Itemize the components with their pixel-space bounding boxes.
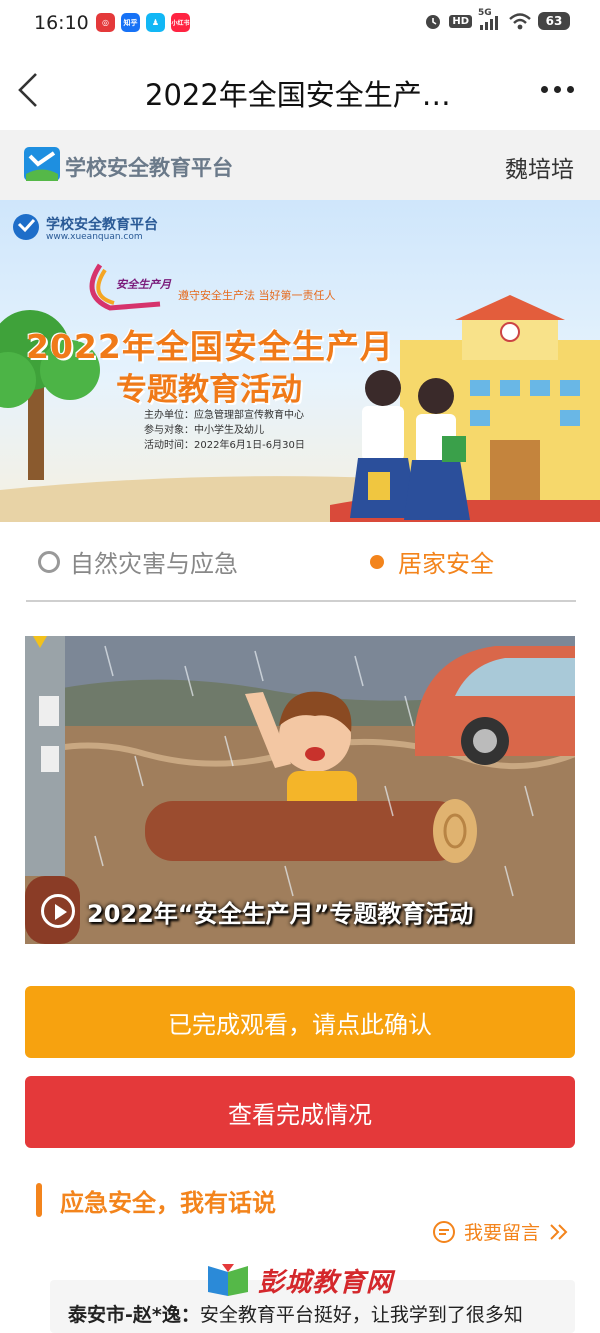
battery-indicator: 63 xyxy=(538,12,570,30)
play-icon[interactable] xyxy=(41,894,75,928)
banner-title-sub: 专题教育活动 xyxy=(116,372,302,408)
banner-info-dates: 活动时间：2022年6月1日-6月30日 xyxy=(144,440,305,451)
watermark-text: 彭城教育网 xyxy=(258,1268,394,1298)
banner-url: www.xueanquan.com xyxy=(46,232,143,242)
hd-icon: HD xyxy=(449,14,472,28)
book-logo-icon xyxy=(208,1263,248,1296)
comment-text: 泰安市-赵*逸：安全教育平台挺好，让我学到了很多知 xyxy=(68,1300,523,1327)
banner-title-main: 2022年全国安全生产月 xyxy=(26,327,394,366)
more-options-icon[interactable] xyxy=(541,86,574,93)
status-time: 16:10 xyxy=(34,12,89,34)
wifi-icon xyxy=(509,13,531,30)
leave-message-label: 我要留言 xyxy=(463,1222,540,1244)
banner-logo-text: 学校安全教育平台 xyxy=(46,217,158,233)
tab-label: 居家安全 xyxy=(398,550,494,578)
banner-info: 主办单位：应急管理部宣传教育中心 参与对象：中小学生及幼儿 活动时间：2022年… xyxy=(144,408,305,453)
leave-message-link[interactable]: 我要留言 xyxy=(432,1218,570,1245)
back-arrow-icon[interactable] xyxy=(14,70,44,110)
platform-logo-icon xyxy=(24,147,60,181)
section-title: 应急安全，我有话说 xyxy=(60,1188,276,1217)
qq-icon: ♟ xyxy=(146,13,165,32)
activity-banner: 学校安全教育平台 www.xueanquan.com 安全生产月 遵守安全生产法… xyxy=(0,200,600,522)
platform-header: 学校安全教育平台 魏培培 xyxy=(0,130,600,200)
comment-body: 安全教育平台挺好，让我学到了很多知 xyxy=(199,1304,523,1326)
xiaohongshu-icon: 小红书 xyxy=(171,13,190,32)
watermark: 彭城教育网 xyxy=(204,1262,393,1299)
tab-label: 自然灾害与应急 xyxy=(70,550,238,578)
netease-music-icon: ◎ xyxy=(96,13,115,32)
comment-icon xyxy=(432,1220,455,1243)
radio-unselected-icon xyxy=(38,550,60,573)
video-caption: 2022年“安全生产月”专题教育活动 xyxy=(87,900,474,928)
comment-author: 泰安市-赵*逸： xyxy=(68,1304,200,1326)
radio-selected-icon xyxy=(370,554,384,569)
status-bar: 16:10 ◎ 知乎 ♟ 小红书 HD 5G 63 xyxy=(0,0,600,48)
tab-home-safety[interactable]: 居家安全 xyxy=(366,544,494,579)
notification-icons: ◎ 知乎 ♟ 小红书 xyxy=(96,13,190,32)
page-title: 2022年全国安全生产… xyxy=(145,78,451,112)
banner-slogan: 遵守安全生产法 当好第一责任人 xyxy=(178,289,336,302)
double-chevron-right-icon xyxy=(550,1223,568,1240)
video-player[interactable]: 2022年“安全生产月”专题教育活动 xyxy=(25,636,575,944)
signal-icon: 5G xyxy=(478,8,502,31)
alarm-icon xyxy=(426,15,441,29)
comments-section-heading: 应急安全，我有话说 xyxy=(36,1183,276,1217)
banner-info-organizer: 主办单位：应急管理部宣传教育中心 xyxy=(144,410,304,421)
confirm-watched-button[interactable]: 已完成观看，请点此确认 xyxy=(25,986,575,1058)
section-accent-bar xyxy=(36,1183,42,1217)
status-indicators: HD 5G 63 xyxy=(423,8,570,31)
category-tabs: 自然灾害与应急 居家安全 xyxy=(26,530,576,602)
banner-info-participants: 参与对象：中小学生及幼儿 xyxy=(144,425,264,436)
tab-natural-disaster[interactable]: 自然灾害与应急 xyxy=(38,544,238,579)
zhihu-icon: 知乎 xyxy=(121,13,140,32)
user-name[interactable]: 魏培培 xyxy=(505,150,574,184)
banner-month-logo: 安全生产月 xyxy=(116,278,171,291)
nav-bar: 2022年全国安全生产… xyxy=(0,48,600,130)
view-completion-button[interactable]: 查看完成情况 xyxy=(25,1076,575,1148)
platform-name: 学校安全教育平台 xyxy=(65,156,233,180)
